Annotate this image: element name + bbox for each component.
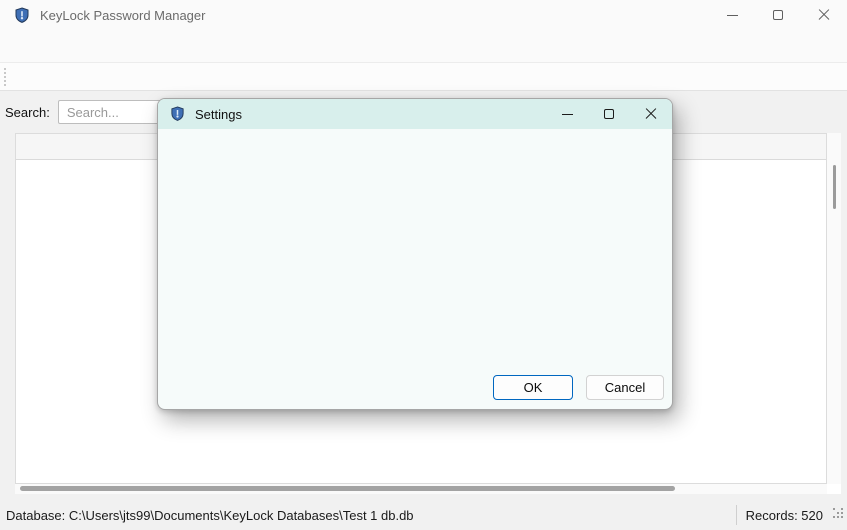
status-separator (736, 505, 737, 525)
close-icon[interactable] (801, 0, 847, 30)
dialog-window-controls (546, 99, 672, 129)
settings-dialog-title: Settings (195, 107, 242, 122)
dialog-close-icon[interactable] (630, 99, 672, 129)
resize-grip-icon[interactable] (833, 514, 845, 526)
horizontal-scrollbar-thumb[interactable] (20, 486, 675, 491)
app-shield-icon (14, 7, 30, 23)
menu-bar (0, 30, 847, 62)
cancel-button[interactable]: Cancel (586, 375, 664, 400)
toolbar (0, 62, 847, 91)
horizontal-scrollbar[interactable] (15, 484, 827, 494)
window-title: KeyLock Password Manager (40, 8, 205, 23)
settings-dialog: Settings OK Cancel (157, 98, 673, 410)
toolbar-grip-icon[interactable] (4, 68, 6, 86)
dialog-maximize-icon[interactable] (588, 99, 630, 129)
settings-dialog-body (158, 129, 672, 363)
window-controls (709, 0, 847, 30)
ok-button[interactable]: OK (493, 375, 573, 400)
status-database: Database: C:\Users\jts99\Documents\KeyLo… (6, 508, 414, 523)
search-label: Search: (5, 105, 50, 120)
maximize-icon[interactable] (755, 0, 801, 30)
settings-dialog-buttons: OK Cancel (158, 363, 672, 409)
dialog-minimize-icon[interactable] (546, 99, 588, 129)
vertical-scrollbar[interactable] (827, 133, 841, 484)
status-bar: Database: C:\Users\jts99\Documents\KeyLo… (0, 500, 847, 530)
vertical-scrollbar-thumb[interactable] (833, 165, 836, 209)
title-bar: KeyLock Password Manager (0, 0, 847, 30)
status-right: Records: 520 (736, 500, 847, 530)
status-records: Records: 520 (746, 508, 823, 523)
settings-dialog-titlebar: Settings (158, 99, 672, 129)
minimize-icon[interactable] (709, 0, 755, 30)
dialog-shield-icon (170, 106, 186, 122)
